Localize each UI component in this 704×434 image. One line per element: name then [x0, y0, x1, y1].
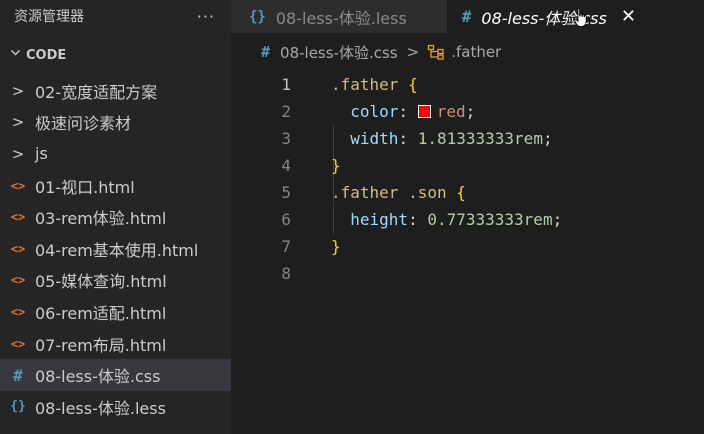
tree-file-media-query-html[interactable]: <> 05-媒体查询.html [0, 265, 231, 297]
tree-file-viewport-html[interactable]: <> 01-视口.html [0, 170, 231, 202]
brace: { [456, 183, 466, 202]
chevron-right-icon: > [11, 144, 25, 163]
explorer-header: 资源管理器 ··· [0, 0, 231, 32]
code-line-5: 5 .father .son { [231, 179, 466, 206]
tree-folder-js[interactable]: > js [0, 138, 231, 170]
code-line-3: 3 width: 1.81333333rem; [231, 125, 552, 152]
css-selector: .father .son [331, 183, 447, 202]
semicolon: ; [542, 129, 553, 148]
color-swatch-icon[interactable] [417, 105, 431, 118]
line-number: 2 [281, 102, 291, 121]
line-number: 6 [281, 210, 291, 229]
workspace-name: CODE [26, 47, 67, 63]
chevron-down-icon [10, 47, 21, 61]
code-text: .father .son { [331, 183, 466, 202]
code-line-6: 6 height: 0.77333333rem; [231, 206, 562, 233]
colon: : [408, 210, 418, 229]
tree-file-less-css[interactable]: # 08-less-体验.css [0, 359, 231, 391]
html-file-icon: <> [10, 336, 26, 351]
tree-file-rem-adapt-html[interactable]: <> 06-rem适配.html [0, 296, 231, 328]
tab-label: 08-less-体验.less [275, 8, 407, 28]
html-file-icon: <> [10, 304, 26, 319]
semicolon: ; [465, 102, 476, 121]
line-number: 4 [281, 156, 291, 175]
css-value: red [436, 102, 466, 121]
editor-tab-bar: {} 08-less-体验.less # 08-less-体验.css ✕ [231, 0, 704, 33]
tree-item-label: 02-宽度适配方案 [35, 82, 158, 102]
code-editor[interactable]: 1 .father { 2 color: red; 3 width: 1.813… [231, 71, 704, 434]
breadcrumb-file[interactable]: 08-less-体验.css [280, 42, 398, 63]
breadcrumb-separator: > [406, 43, 420, 61]
close-icon[interactable]: ✕ [621, 6, 636, 27]
code-text: width: 1.81333333rem; [331, 129, 553, 148]
tree-folder-assets[interactable]: > 极速问诊素材 [0, 107, 231, 139]
code-text: height: 0.77333333rem; [331, 210, 562, 229]
tab-label: 08-less-体验.css [481, 8, 607, 28]
css-file-icon: # [13, 365, 23, 385]
code-text: } [331, 237, 341, 256]
tree-item-label: 极速问诊素材 [35, 114, 132, 134]
tree-item-label: 03-rem体验.html [35, 209, 167, 229]
tree-item-label: 06-rem适配.html [35, 303, 167, 323]
colon: : [398, 102, 409, 121]
code-line-7: 7 } [231, 233, 340, 260]
brace: } [331, 156, 341, 175]
hand-pointer-icon [574, 8, 587, 27]
css-file-icon: # [461, 7, 472, 26]
tree-file-rem-layout-html[interactable]: <> 07-rem布局.html [0, 328, 231, 360]
chevron-right-icon: > [11, 81, 25, 100]
brace: } [331, 237, 341, 256]
code-text: } [331, 156, 341, 175]
less-file-icon: {} [10, 399, 26, 415]
html-file-icon: <> [10, 210, 26, 225]
code-line-8: 8 [231, 260, 291, 287]
colon: : [398, 129, 409, 148]
breadcrumb: # 08-less-体验.css > .father [231, 33, 704, 71]
symbol-class-icon [427, 44, 445, 60]
tree-file-rem-basic-html[interactable]: <> 04-rem基本使用.html [0, 233, 231, 265]
tree-item-label: 08-less-体验.less [35, 398, 166, 418]
line-number: 5 [281, 183, 291, 202]
tree-item-label: 04-rem基本使用.html [35, 240, 199, 260]
css-value: 0.77333333rem [427, 210, 553, 229]
explorer-title: 资源管理器 [14, 9, 84, 25]
chevron-right-icon: > [11, 113, 25, 132]
css-file-icon: # [261, 43, 271, 61]
line-number: 7 [281, 237, 291, 256]
css-property: height [350, 210, 409, 229]
css-value: 1.81333333rem [417, 129, 543, 148]
code-text: color: red; [331, 102, 475, 121]
css-property: color [350, 102, 399, 121]
css-property: width [350, 129, 399, 148]
html-file-icon: <> [10, 241, 26, 256]
line-number: 8 [281, 264, 291, 283]
code-line-2: 2 color: red; [231, 98, 475, 125]
more-actions-icon[interactable]: ··· [197, 7, 215, 26]
tree-folder-width-adapt[interactable]: > 02-宽度适配方案 [0, 75, 231, 107]
less-file-icon: {} [249, 8, 266, 25]
line-number: 3 [281, 129, 291, 148]
tab-less-file[interactable]: {} 08-less-体验.less [231, 0, 447, 33]
file-tree: > 02-宽度适配方案 > 极速问诊素材 > js <> 01-视口.html … [0, 75, 231, 423]
html-file-icon: <> [10, 178, 26, 193]
code-text: .father { [331, 75, 418, 94]
css-selector: .father [331, 75, 399, 94]
semicolon: ; [552, 210, 563, 229]
explorer-sidebar: 资源管理器 ··· CODE > 02-宽度适配方案 > 极速问诊素材 > js… [0, 0, 231, 434]
workspace-section-header[interactable]: CODE [0, 44, 231, 66]
html-file-icon: <> [10, 273, 26, 288]
tree-file-rem-experience-html[interactable]: <> 03-rem体验.html [0, 201, 231, 233]
line-number: 1 [281, 75, 291, 94]
code-line-4: 4 } [231, 152, 340, 179]
code-line-1: 1 .father { [231, 71, 417, 98]
breadcrumb-symbol[interactable]: .father [451, 43, 501, 61]
tree-item-label: 08-less-体验.css [35, 367, 161, 387]
tree-item-label: 05-媒体查询.html [35, 272, 167, 292]
tree-item-label: js [35, 144, 48, 164]
tree-item-label: 07-rem布局.html [35, 335, 167, 355]
tree-file-less-less[interactable]: {} 08-less-体验.less [0, 391, 231, 423]
tree-item-label: 01-视口.html [35, 177, 135, 197]
brace: { [408, 75, 418, 94]
